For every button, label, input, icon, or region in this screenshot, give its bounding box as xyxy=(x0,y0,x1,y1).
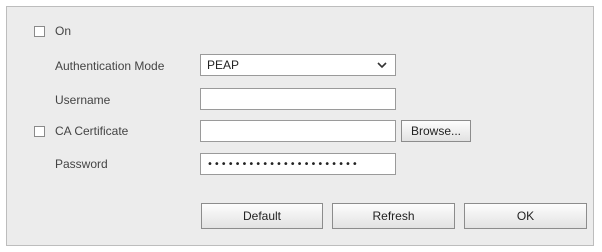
username-input[interactable] xyxy=(200,88,396,110)
browse-button[interactable]: Browse... xyxy=(401,120,471,142)
auth-mode-select[interactable]: PEAP xyxy=(200,54,396,76)
password-input[interactable]: •••••••••••••••••••••• xyxy=(200,153,396,175)
username-label: Username xyxy=(55,93,111,107)
802-1x-settings-panel: On Authentication Mode PEAP Username CA … xyxy=(6,6,594,246)
default-button[interactable]: Default xyxy=(201,203,323,229)
enable-label: On xyxy=(55,24,72,38)
auth-mode-label: Authentication Mode xyxy=(55,59,165,73)
password-label: Password xyxy=(55,157,108,171)
ca-certificate-label: CA Certificate xyxy=(55,124,129,138)
ca-certificate-checkbox[interactable] xyxy=(34,126,45,137)
refresh-button[interactable]: Refresh xyxy=(332,203,455,229)
chevron-down-icon xyxy=(377,62,387,69)
auth-mode-value: PEAP xyxy=(207,58,240,72)
enable-checkbox[interactable] xyxy=(34,26,45,37)
ca-certificate-path-input[interactable] xyxy=(200,120,396,142)
ok-button[interactable]: OK xyxy=(464,203,587,229)
